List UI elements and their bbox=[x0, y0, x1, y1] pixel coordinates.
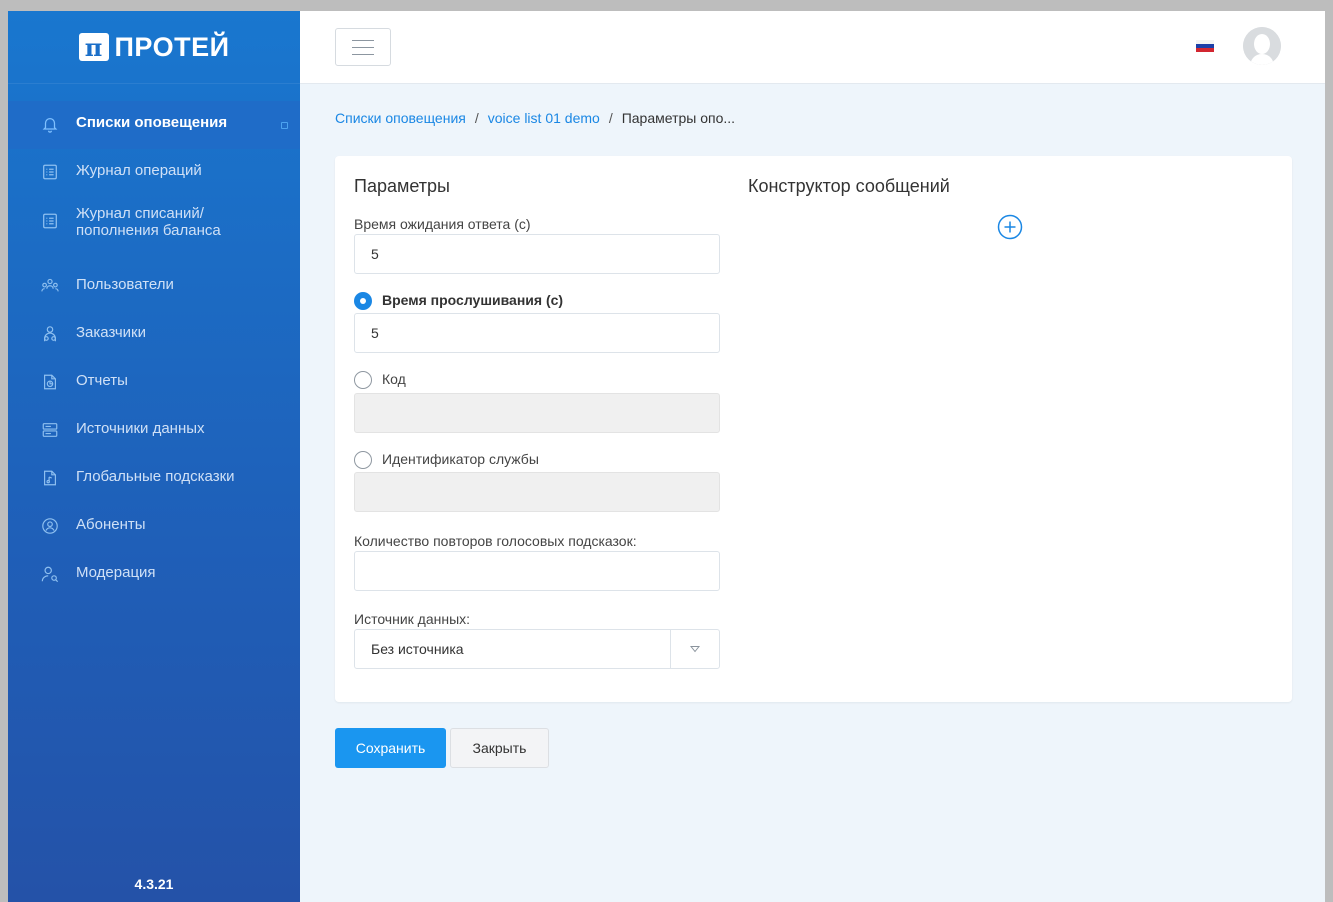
sidebar-item-global-prompts[interactable]: Глобальные подсказки bbox=[8, 455, 300, 503]
hamburger-line bbox=[352, 53, 374, 55]
flag-stripe-red bbox=[1196, 48, 1214, 52]
sidebar: π ПРОТЕЙ Списки оповещения Журнал операц… bbox=[8, 11, 300, 902]
report-file-icon bbox=[40, 372, 60, 392]
sidebar-item-label: Отчеты bbox=[76, 372, 128, 389]
service-id-label: Идентификатор службы bbox=[382, 451, 539, 467]
customers-icon bbox=[40, 324, 60, 344]
constructor-title: Конструктор сообщений bbox=[748, 176, 950, 196]
sidebar-item-moderation[interactable]: Модерация bbox=[8, 551, 300, 599]
sidebar-item-data-sources[interactable]: Источники данных bbox=[8, 407, 300, 455]
sidebar-item-label: Заказчики bbox=[76, 324, 146, 341]
logo-text: ПРОТЕЙ bbox=[114, 31, 230, 62]
wait-time-label: Время ожидания ответа (с) bbox=[354, 216, 531, 232]
breadcrumb: Списки оповещения / voice list 01 demo / Пар… bbox=[335, 110, 735, 126]
params-card: Параметры Конструктор сообщений Время ож… bbox=[335, 156, 1292, 702]
sidebar-item-operations-log[interactable]: Журнал операций bbox=[8, 149, 300, 197]
audio-file-icon bbox=[40, 468, 60, 488]
breadcrumb-link-voice-list[interactable]: voice list 01 demo bbox=[488, 110, 600, 126]
bell-icon bbox=[40, 114, 60, 134]
sidebar-item-label: Списки оповещения bbox=[76, 114, 228, 131]
user-search-icon bbox=[40, 564, 60, 584]
listen-time-radio[interactable] bbox=[354, 292, 372, 310]
app-version: 4.3.21 bbox=[134, 876, 174, 892]
save-button[interactable]: Сохранить bbox=[335, 728, 446, 768]
hamburger-line bbox=[352, 39, 374, 41]
list-document-icon bbox=[40, 162, 60, 182]
topbar bbox=[300, 11, 1325, 84]
list-document-icon bbox=[40, 211, 60, 231]
breadcrumb-current: Параметры опо... bbox=[621, 110, 736, 126]
sidebar-item-label: Пользователи bbox=[76, 276, 174, 293]
sidebar-item-users[interactable]: Пользователи bbox=[8, 263, 300, 311]
russian-flag-icon[interactable] bbox=[1196, 40, 1214, 52]
logo-mark: π bbox=[78, 33, 109, 62]
app-window: π ПРОТЕЙ Списки оповещения Журнал операц… bbox=[8, 11, 1325, 902]
params-title: Параметры bbox=[354, 176, 450, 196]
breadcrumb-separator: / bbox=[474, 110, 479, 126]
sidebar-item-label: Модерация bbox=[76, 564, 156, 581]
breadcrumb-separator: / bbox=[608, 110, 613, 126]
listen-time-label: Время прослушивания (с) bbox=[382, 292, 564, 308]
users-icon bbox=[40, 276, 60, 296]
code-input[interactable] bbox=[354, 393, 720, 433]
sidebar-item-balance-log[interactable]: Журнал списаний/ пополнения баланса bbox=[8, 197, 300, 263]
wait-time-input[interactable]: 5 bbox=[354, 234, 720, 274]
user-avatar-icon bbox=[1243, 27, 1281, 65]
data-source-value: Без источника bbox=[371, 641, 464, 657]
hamburger-line bbox=[352, 46, 374, 48]
sidebar-nav: Списки оповещения Журнал операций Журнал… bbox=[8, 101, 300, 599]
sidebar-item-label: Журнал списаний/ пополнения баланса bbox=[76, 205, 221, 239]
breadcrumb-link-notification-lists[interactable]: Списки оповещения bbox=[335, 110, 466, 126]
repeat-count-input[interactable] bbox=[354, 551, 720, 591]
sidebar-item-label: Журнал операций bbox=[76, 162, 202, 179]
service-id-radio[interactable] bbox=[354, 451, 372, 469]
add-message-icon[interactable] bbox=[997, 214, 1023, 240]
service-id-input[interactable] bbox=[354, 472, 720, 512]
chevron-down-icon[interactable] bbox=[670, 630, 719, 668]
sidebar-item-label: Абоненты bbox=[76, 516, 146, 533]
repeat-count-label: Количество повторов голосовых подсказок: bbox=[354, 533, 637, 549]
sidebar-item-subscribers[interactable]: Абоненты bbox=[8, 503, 300, 551]
active-indicator bbox=[281, 122, 288, 129]
user-circle-icon bbox=[40, 516, 60, 536]
logo[interactable]: π ПРОТЕЙ bbox=[8, 11, 300, 84]
sidebar-item-reports[interactable]: Отчеты bbox=[8, 359, 300, 407]
sidebar-item-label: Источники данных bbox=[76, 420, 205, 437]
avatar[interactable] bbox=[1243, 27, 1281, 65]
listen-time-input[interactable]: 5 bbox=[354, 313, 720, 353]
sidebar-item-customers[interactable]: Заказчики bbox=[8, 311, 300, 359]
server-icon bbox=[40, 420, 60, 440]
code-radio[interactable] bbox=[354, 371, 372, 389]
close-button[interactable]: Закрыть bbox=[450, 728, 549, 768]
data-source-label: Источник данных: bbox=[354, 611, 471, 627]
sidebar-item-label: Глобальные подсказки bbox=[76, 468, 235, 485]
data-source-select[interactable]: Без источника bbox=[354, 629, 720, 669]
sidebar-item-notification-lists[interactable]: Списки оповещения bbox=[8, 101, 300, 149]
menu-toggle-button[interactable] bbox=[335, 28, 391, 66]
code-label: Код bbox=[382, 371, 406, 387]
